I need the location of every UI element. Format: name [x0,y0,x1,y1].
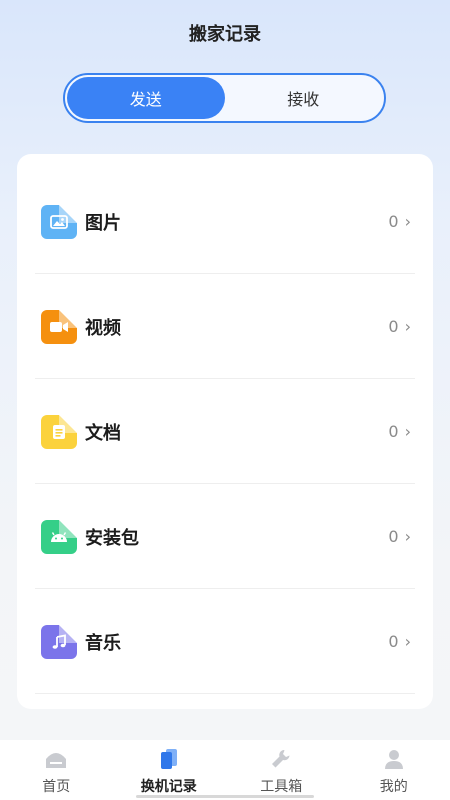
page-title: 搬家记录 [189,24,261,45]
list-item-images[interactable]: 图片 0 › [35,169,415,274]
tab-label: 我的 [379,779,408,795]
chevron-right-icon: › [404,212,411,231]
document-file-icon [41,414,77,449]
home-indicator [136,795,314,798]
android-package-icon [41,519,77,554]
send-receive-switch: 发送 接收 [63,73,386,123]
tab-send[interactable]: 发送 [67,77,225,119]
item-label: 安装包 [85,527,139,549]
tab-home[interactable]: 首页 [0,740,113,800]
tab-toolbox[interactable]: 工具箱 [225,740,338,800]
wrench-icon [270,748,292,770]
item-label: 图片 [85,212,121,234]
item-count: 0 [388,422,399,441]
list-item-documents[interactable]: 文档 0 › [35,379,415,484]
item-count: 0 [388,527,399,546]
chevron-right-icon: › [404,422,411,441]
bottom-tab-bar: 首页 换机记录 工具箱 我的 [0,740,450,800]
item-count: 0 [388,632,399,651]
home-icon [44,748,68,770]
tab-label: 首页 [42,779,71,795]
chevron-right-icon: › [404,632,411,651]
music-file-icon [41,624,77,659]
tab-label: 换机记录 [140,779,197,795]
phone-transfer-icon [158,748,180,770]
item-label: 音乐 [85,632,121,654]
divider [35,693,415,694]
tab-label: 工具箱 [260,779,303,795]
tab-mine[interactable]: 我的 [338,740,450,800]
item-label: 文档 [85,422,121,444]
video-file-icon [41,309,77,344]
tab-receive[interactable]: 接收 [225,77,383,119]
item-count: 0 [388,317,399,336]
user-icon [383,748,405,770]
chevron-right-icon: › [404,317,411,336]
category-list: 图片 0 › 视频 0 › 文档 0 › 安装包 0 › 音乐 0 › [17,154,433,709]
image-file-icon [41,204,77,239]
item-label: 视频 [85,317,121,339]
list-item-apk[interactable]: 安装包 0 › [35,484,415,589]
tab-transfer-records[interactable]: 换机记录 [113,740,226,800]
list-item-music[interactable]: 音乐 0 › [35,589,415,694]
item-count: 0 [388,212,399,231]
chevron-right-icon: › [404,527,411,546]
list-item-videos[interactable]: 视频 0 › [35,274,415,379]
